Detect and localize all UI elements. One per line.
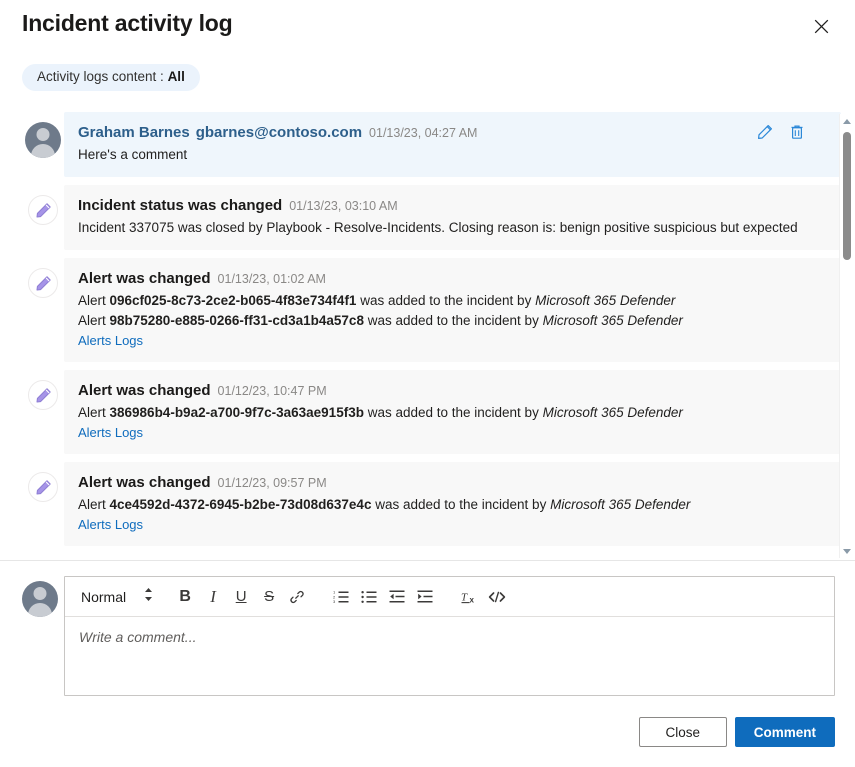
- pencil-icon: [28, 268, 58, 298]
- underline-button[interactable]: U: [227, 583, 255, 611]
- alert-line-middle: was added to the incident by: [364, 405, 543, 420]
- activity-text: Alert 4ce4592d-4372-6945-b2be-73d08d637e…: [78, 495, 827, 515]
- delete-comment-button[interactable]: [789, 124, 805, 140]
- alert-line-prefix: Alert: [78, 405, 110, 420]
- activity-body: Alert was changed 01/12/23, 09:57 PM Aler…: [64, 462, 841, 546]
- activity-title: Alert was changed: [78, 270, 211, 287]
- activity-body: Incident status was changed 01/13/23, 03:…: [64, 185, 841, 250]
- alerts-logs-link[interactable]: Alerts Logs: [78, 425, 143, 440]
- activity-title: Alert was changed: [78, 382, 211, 399]
- comment-timestamp: 01/13/23, 04:27 AM: [369, 126, 477, 140]
- alert-line-prefix: Alert: [78, 293, 110, 308]
- alert-line-middle: was added to the incident by: [356, 293, 535, 308]
- close-icon[interactable]: [807, 12, 835, 40]
- entry-gutter: [22, 370, 64, 410]
- pencil-icon: [28, 472, 58, 502]
- close-button[interactable]: Close: [639, 717, 727, 747]
- avatar: [25, 122, 61, 158]
- entry-gutter: [22, 185, 64, 225]
- list-item: Graham Barnes gbarnes@contoso.com 01/13/23…: [0, 112, 841, 177]
- dialog-footer: Close Comment: [639, 717, 835, 747]
- comment-author-email: gbarnes@contoso.com: [196, 124, 362, 141]
- comment-author: Graham Barnes: [78, 124, 190, 141]
- activity-text: Alert 386986b4-b9a2-a700-9f7c-3a63ae915f…: [78, 403, 827, 423]
- alert-guid: 096cf025-8c73-2ce2-b065-4f83e734f4f1: [110, 293, 357, 308]
- comment-editor: Normal B I U S: [22, 576, 835, 696]
- outdent-button[interactable]: [383, 583, 411, 611]
- list-item: Alert was changed 01/12/23, 09:57 PM Aler…: [0, 462, 841, 546]
- activity-timestamp: 01/12/23, 09:57 PM: [218, 476, 327, 490]
- alert-source: Microsoft 365 Defender: [535, 293, 675, 308]
- activity-text: Alert 096cf025-8c73-2ce2-b065-4f83e734f4…: [78, 291, 827, 311]
- alert-source: Microsoft 365 Defender: [543, 405, 683, 420]
- alerts-logs-link[interactable]: Alerts Logs: [78, 333, 143, 348]
- entry-gutter: [22, 112, 64, 158]
- pencil-icon: [28, 380, 58, 410]
- activity-text: Incident 337075 was closed by Playbook -…: [78, 218, 827, 238]
- bold-button[interactable]: B: [171, 583, 199, 611]
- list-item: Alert was changed 01/13/23, 01:02 AM Aler…: [0, 258, 841, 362]
- alerts-logs-link[interactable]: Alerts Logs: [78, 517, 143, 532]
- section-divider: [0, 560, 855, 561]
- chevron-up-icon[interactable]: [840, 114, 854, 128]
- activity-timestamp: 01/12/23, 10:47 PM: [218, 384, 327, 398]
- activity-timestamp: 01/13/23, 03:10 AM: [289, 199, 397, 213]
- alert-source: Microsoft 365 Defender: [550, 497, 690, 512]
- comment-text: Here's a comment: [78, 145, 827, 165]
- activity-title: Alert was changed: [78, 474, 211, 491]
- incident-activity-log-panel: Incident activity log Activity logs cont…: [0, 0, 855, 767]
- alert-line-middle: was added to the incident by: [364, 313, 543, 328]
- comment-input[interactable]: Write a comment...: [65, 617, 834, 695]
- activity-text: Alert 98b75280-e885-0266-ff31-cd3a1b4a57…: [78, 311, 827, 331]
- edit-comment-button[interactable]: [757, 124, 773, 140]
- activity-log-list[interactable]: Graham Barnes gbarnes@contoso.com 01/13/23…: [0, 112, 855, 559]
- alert-guid: 98b75280-e885-0266-ff31-cd3a1b4a57c8: [110, 313, 364, 328]
- entry-gutter: [22, 462, 64, 502]
- alert-line-middle: was added to the incident by: [371, 497, 550, 512]
- chevron-down-icon[interactable]: [840, 544, 854, 558]
- editor-avatar-column: [22, 576, 64, 617]
- numbered-list-button[interactable]: 1 2 3: [327, 583, 355, 611]
- alert-line-prefix: Alert: [78, 313, 110, 328]
- editor-toolbar: Normal B I U S: [65, 577, 834, 617]
- svg-text:3: 3: [333, 599, 336, 604]
- filter-row: Activity logs content : All: [22, 64, 200, 91]
- activity-body: Alert was changed 01/12/23, 10:47 PM Aler…: [64, 370, 841, 454]
- filter-label: Activity logs content :: [37, 69, 168, 84]
- code-button[interactable]: [483, 583, 511, 611]
- alert-source: Microsoft 365 Defender: [543, 313, 683, 328]
- scrollbar-thumb[interactable]: [843, 132, 851, 260]
- activity-logs-content-filter-chip[interactable]: Activity logs content : All: [22, 64, 200, 91]
- alert-guid: 386986b4-b9a2-a700-9f7c-3a63ae915f3b: [110, 405, 364, 420]
- page-title: Incident activity log: [22, 10, 233, 37]
- comment-body: Graham Barnes gbarnes@contoso.com 01/13/23…: [64, 112, 841, 177]
- svg-text:x: x: [470, 595, 475, 604]
- panel-header: Incident activity log: [0, 0, 855, 52]
- filter-value: All: [168, 69, 185, 84]
- bullet-list-button[interactable]: [355, 583, 383, 611]
- avatar: [22, 581, 58, 617]
- activity-title: Incident status was changed: [78, 197, 282, 214]
- activity-log-scrollbar[interactable]: [839, 114, 853, 558]
- entry-gutter: [22, 258, 64, 298]
- activity-body: Alert was changed 01/13/23, 01:02 AM Aler…: [64, 258, 841, 362]
- alert-line-prefix: Alert: [78, 497, 110, 512]
- editor-box: Normal B I U S: [64, 576, 835, 696]
- comment-actions: [757, 124, 805, 140]
- link-button[interactable]: [283, 583, 311, 611]
- comment-button[interactable]: Comment: [735, 717, 835, 747]
- list-item: Incident status was changed 01/13/23, 03:…: [0, 185, 841, 250]
- activity-timestamp: 01/13/23, 01:02 AM: [218, 272, 326, 286]
- alert-guid: 4ce4592d-4372-6945-b2be-73d08d637e4c: [110, 497, 372, 512]
- list-item: Alert was changed 01/12/23, 10:47 PM Aler…: [0, 370, 841, 454]
- text-style-label: Normal: [81, 589, 126, 605]
- italic-button[interactable]: I: [199, 583, 227, 611]
- text-style-picker[interactable]: Normal: [75, 587, 159, 607]
- strikethrough-button[interactable]: S: [255, 583, 283, 611]
- updown-chevron-icon: [144, 587, 153, 607]
- pencil-icon: [28, 195, 58, 225]
- svg-text:T: T: [461, 591, 468, 603]
- indent-button[interactable]: [411, 583, 439, 611]
- clear-formatting-icon[interactable]: T x: [455, 583, 483, 611]
